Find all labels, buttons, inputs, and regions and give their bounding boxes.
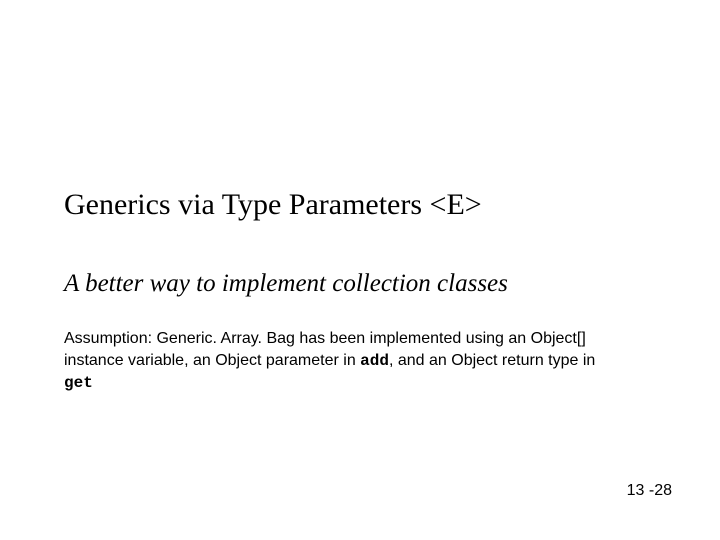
slide-title: Generics via Type Parameters <E> bbox=[64, 188, 664, 223]
page-number: 13 -28 bbox=[627, 482, 672, 500]
code-add: add bbox=[360, 352, 389, 370]
slide-subtitle: A better way to implement collection cla… bbox=[64, 268, 664, 299]
assumption-text-2: , and an Object return type in bbox=[389, 352, 595, 369]
slide-body: Assumption: Generic. Array. Bag has been… bbox=[64, 328, 624, 395]
slide: Generics via Type Parameters <E> A bette… bbox=[0, 0, 720, 540]
code-get: get bbox=[64, 374, 93, 392]
